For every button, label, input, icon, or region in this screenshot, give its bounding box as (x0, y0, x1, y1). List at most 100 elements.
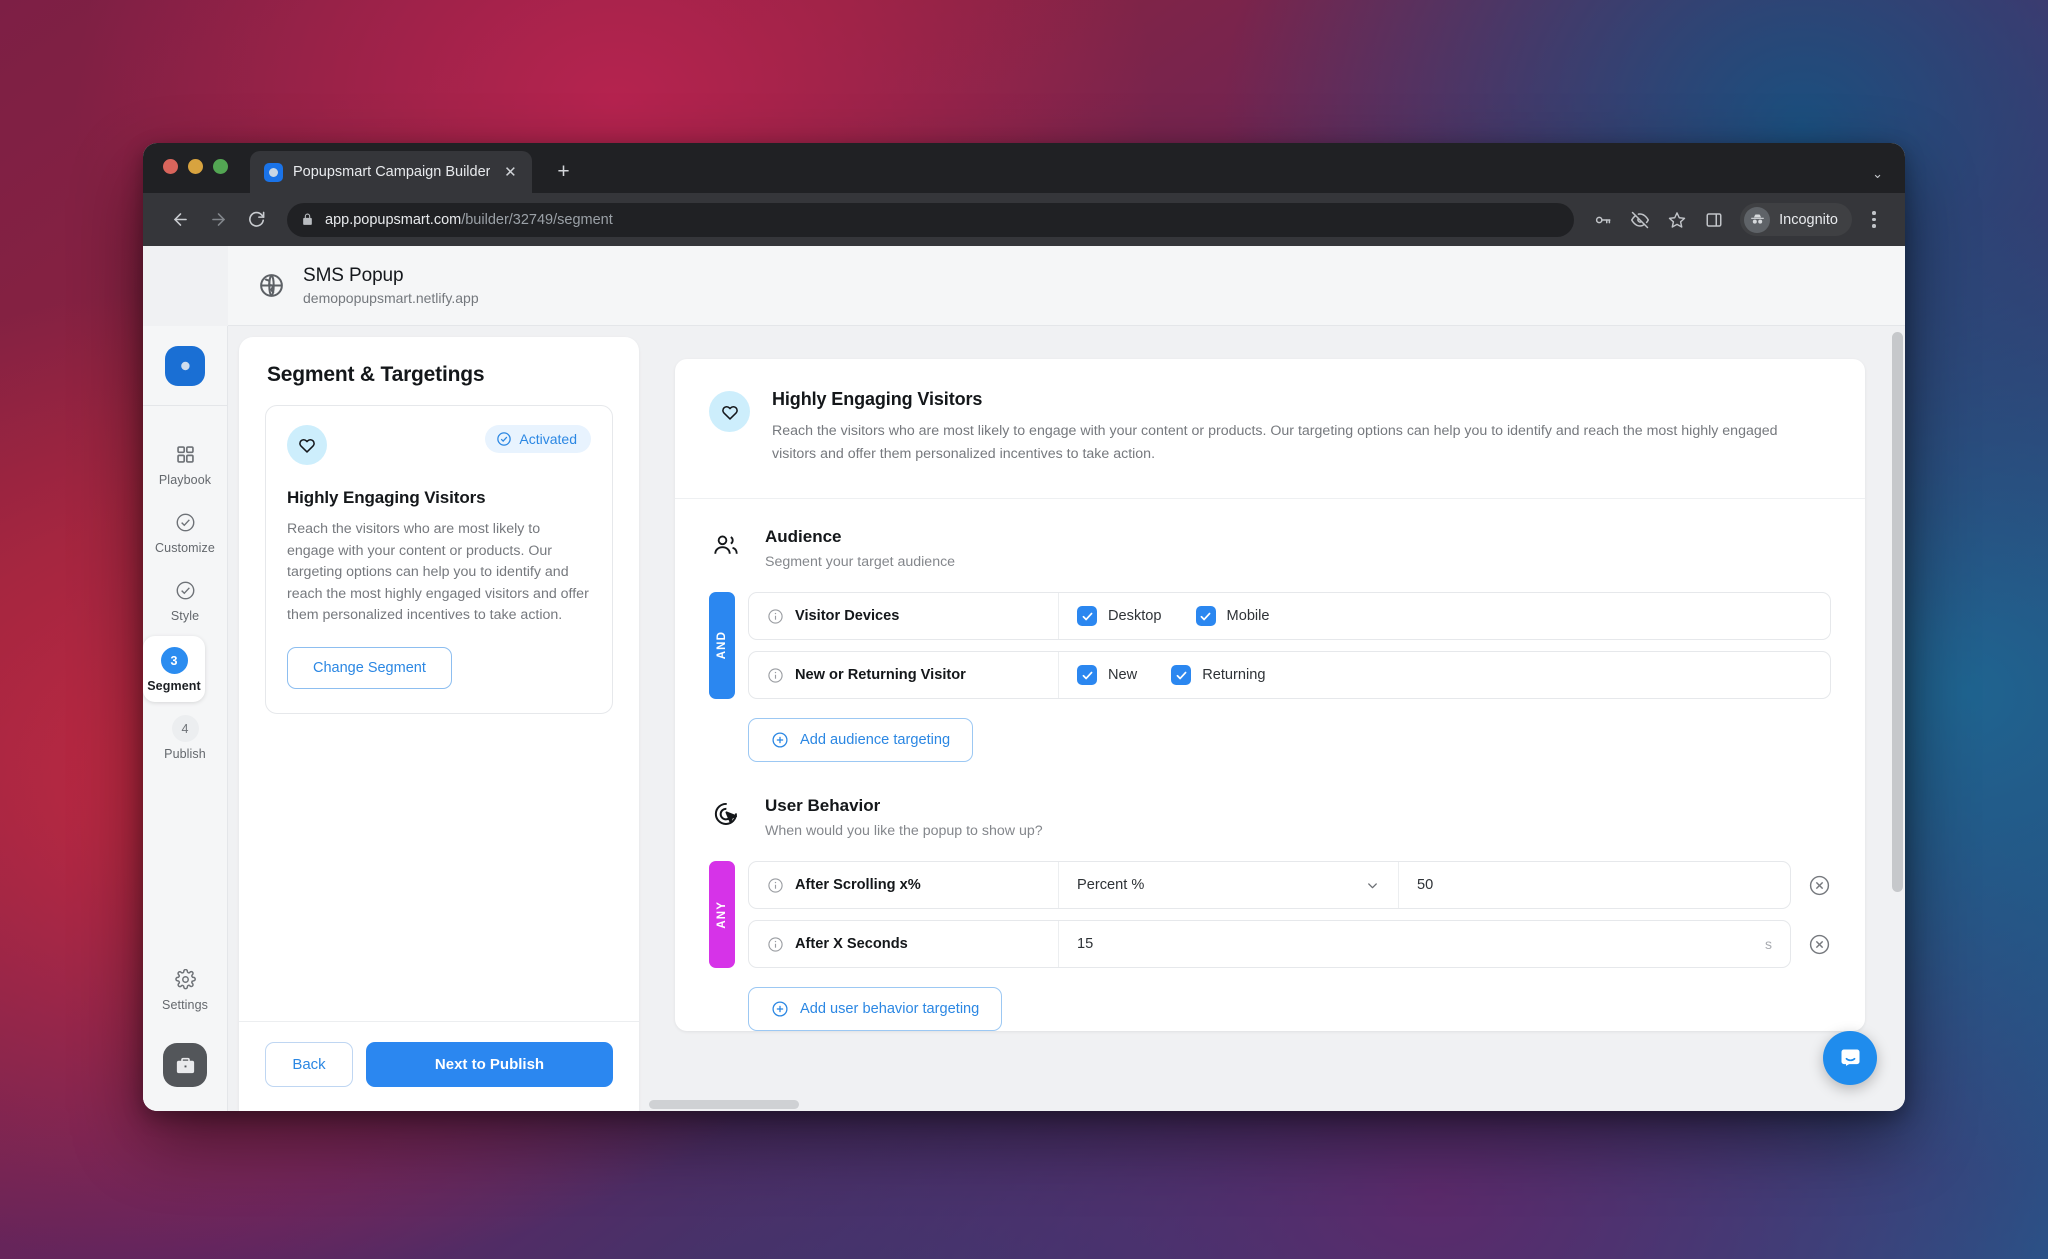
chevron-down-icon[interactable]: ⌄ (1872, 166, 1883, 182)
vertical-scrollbar[interactable] (1892, 332, 1903, 892)
reload-icon[interactable] (239, 203, 273, 237)
rule-value-cell: New Returning (1059, 652, 1830, 698)
app-header-text: SMS Popup demopopupsmart.netlify.app (303, 265, 479, 306)
grid-icon (172, 441, 199, 468)
rule-row: After Scrolling x% Percent % 50 (748, 861, 1831, 909)
checkbox-returning[interactable]: Returning (1171, 665, 1265, 685)
kebab-menu-icon[interactable] (1859, 203, 1889, 236)
add-audience-targeting-button[interactable]: Add audience targeting (748, 718, 974, 762)
close-icon[interactable]: ✕ (500, 162, 520, 182)
check-circle-icon (172, 509, 199, 536)
window-traffic-lights (163, 143, 228, 193)
sidebar-bottom: Settings (143, 957, 227, 1111)
people-icon (709, 528, 743, 562)
logic-operator-any[interactable]: ANY (709, 861, 735, 968)
sidebar-item-segment[interactable]: 3 Segment (143, 636, 205, 702)
audience-subtitle: Segment your target audience (765, 554, 956, 570)
checkbox-checked-icon (1077, 665, 1097, 685)
change-segment-button[interactable]: Change Segment (287, 646, 452, 689)
seconds-value-input[interactable]: 15 s (1059, 921, 1790, 967)
browser-window: Popupsmart Campaign Builder ✕ + ⌄ app.po… (143, 143, 1905, 1111)
rule-row: After X Seconds 15 s (748, 920, 1831, 968)
status-badge-label: Activated (519, 431, 577, 447)
segment-description: Reach the visitors who are most likely t… (287, 521, 589, 624)
popupsmart-logo-icon[interactable] (165, 345, 205, 386)
checkbox-new[interactable]: New (1077, 665, 1137, 685)
rule-label-cell: Visitor Devices (749, 593, 1059, 639)
scroll-unit-value: Percent % (1077, 877, 1145, 893)
profile-chip[interactable]: Incognito (1740, 203, 1852, 236)
app-header: SMS Popup demopopupsmart.netlify.app (228, 246, 1905, 326)
tab-title: Popupsmart Campaign Builder (293, 164, 491, 180)
browser-tab-strip: Popupsmart Campaign Builder ✕ + ⌄ (143, 143, 1905, 193)
star-icon[interactable] (1660, 203, 1693, 236)
incognito-icon (1744, 206, 1771, 233)
remove-circle-icon[interactable] (1808, 874, 1831, 897)
checkbox-mobile[interactable]: Mobile (1195, 606, 1270, 626)
targeting-card: Highly Engaging Visitors Reach the visit… (675, 359, 1865, 1031)
sidebar-item-label: Customize (155, 541, 215, 555)
browser-tab[interactable]: Popupsmart Campaign Builder ✕ (250, 151, 533, 193)
minimize-window-button[interactable] (188, 158, 203, 174)
scroll-value-input[interactable]: 50 (1399, 862, 1790, 908)
sidebar-item-publish[interactable]: 4 Publish (143, 706, 227, 770)
segment-card: Activated Highly Engaging Visitors Reach… (265, 405, 613, 714)
briefcase-icon[interactable] (163, 1043, 207, 1087)
maximize-window-button[interactable] (213, 158, 228, 174)
rule-label-cell: New or Returning Visitor (749, 652, 1059, 698)
scroll-unit-select[interactable]: Percent % (1059, 862, 1399, 908)
audience-rule-visitor-devices: Visitor Devices Desktop Mobile (748, 592, 1831, 640)
plus-circle-icon (772, 732, 788, 748)
horizontal-scrollbar[interactable] (649, 1100, 799, 1109)
toolbar-icon-group: Incognito (1586, 203, 1889, 236)
app-layout: Playbook Customize Style 3 Segment 4 Pub… (143, 246, 1905, 1111)
close-window-button[interactable] (163, 158, 178, 174)
checkbox-label: New (1108, 667, 1138, 683)
logic-operator-label: AND (716, 631, 728, 660)
browser-toolbar: app.popupsmart.com/builder/32749/segment… (143, 193, 1905, 246)
rule-label-text: Visitor Devices (795, 608, 900, 624)
add-audience-targeting-label: Add audience targeting (800, 732, 951, 748)
eye-off-icon[interactable] (1623, 203, 1656, 236)
rule-label-text: After Scrolling x% (795, 877, 921, 893)
next-to-publish-button[interactable]: Next to Publish (366, 1042, 613, 1087)
sidebar-item-style[interactable]: Style (143, 568, 227, 632)
panel-body: Activated Highly Engaging Visitors Reach… (239, 405, 639, 1021)
checkbox-label: Returning (1202, 667, 1266, 683)
arrow-right-icon[interactable] (201, 203, 235, 237)
audience-rule-list: Visitor Devices Desktop Mobile New or Re… (748, 592, 1831, 699)
sidebar-rail: Playbook Customize Style 3 Segment 4 Pub… (143, 326, 228, 1111)
profile-label: Incognito (1779, 211, 1838, 228)
sidebar-item-label: Style (170, 609, 200, 623)
status-badge: Activated (485, 425, 591, 453)
logic-operator-label: ANY (716, 900, 728, 929)
info-icon[interactable] (767, 608, 784, 625)
logic-operator-and[interactable]: AND (709, 592, 735, 699)
url-domain: app.popupsmart.com (325, 211, 462, 228)
gear-icon (172, 966, 199, 993)
step-number-badge: 4 (171, 715, 199, 742)
plus-icon[interactable]: + (550, 158, 576, 184)
intercom-chat-button[interactable] (1823, 1031, 1877, 1085)
sidebar-item-playbook[interactable]: Playbook (143, 432, 227, 496)
key-icon[interactable] (1586, 203, 1619, 236)
audience-section: Audience Segment your target audience AN… (675, 499, 1865, 762)
audience-title: Audience (765, 527, 842, 546)
main-content: Highly Engaging Visitors Reach the visit… (639, 326, 1905, 1111)
plus-circle-icon (772, 1001, 788, 1017)
address-bar[interactable]: app.popupsmart.com/builder/32749/segment (287, 202, 1575, 237)
sidebar-item-settings[interactable]: Settings (143, 957, 227, 1021)
remove-circle-icon[interactable] (1808, 933, 1831, 956)
audience-rules: AND Visitor Devices Desktop Mobile New o… (709, 592, 1831, 699)
behavior-rule-after-x-seconds: After X Seconds 15 s (748, 920, 1791, 968)
arrow-left-icon[interactable] (163, 203, 197, 237)
audience-section-text: Audience Segment your target audience (765, 527, 955, 570)
sidebar-item-customize[interactable]: Customize (143, 500, 227, 564)
info-icon[interactable] (767, 667, 784, 684)
back-button[interactable]: Back (265, 1042, 353, 1087)
add-user-behavior-targeting-button[interactable]: Add user behavior targeting (748, 987, 1003, 1031)
info-icon[interactable] (767, 877, 784, 894)
checkbox-desktop[interactable]: Desktop (1077, 606, 1162, 626)
side-panel-icon[interactable] (1697, 203, 1730, 236)
info-icon[interactable] (767, 936, 784, 953)
